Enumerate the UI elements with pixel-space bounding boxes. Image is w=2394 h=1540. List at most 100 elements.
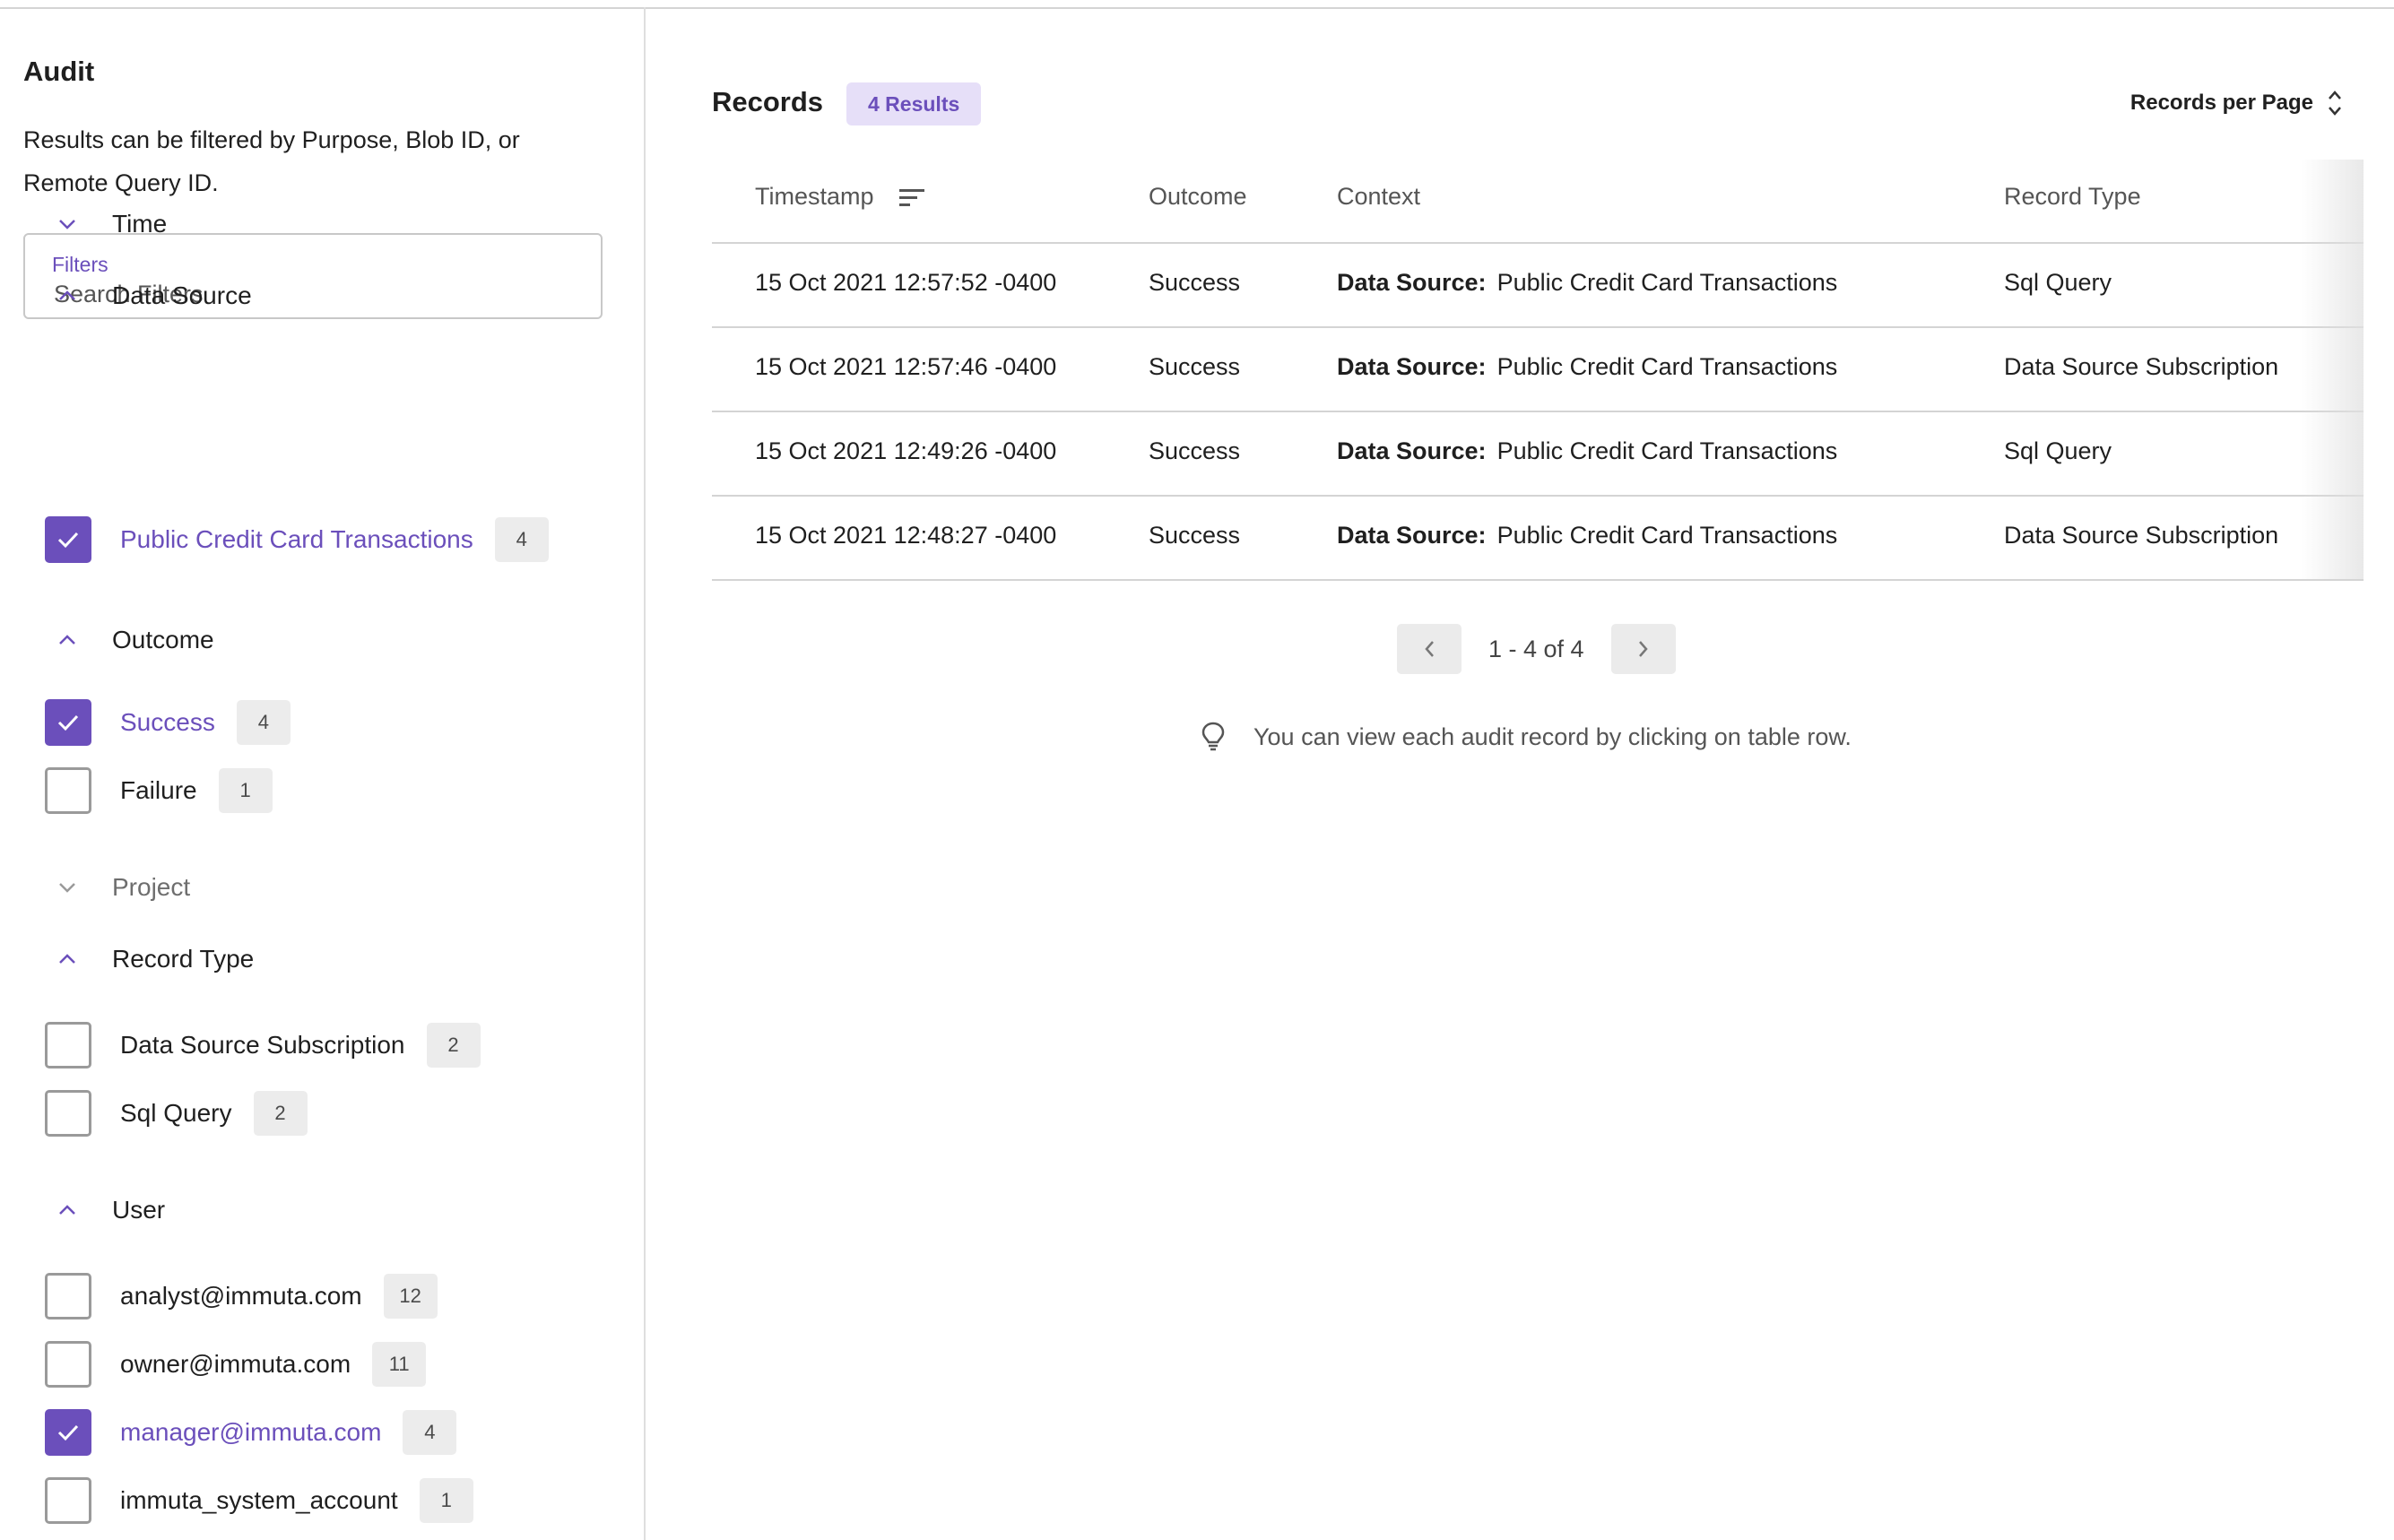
filter-item-label: analyst@immuta.com: [120, 1282, 362, 1310]
count-badge: 1: [218, 768, 273, 813]
filter-item-label: Failure: [120, 776, 197, 804]
section-data-source-label: Data Source: [112, 281, 252, 309]
filter-item-public-credit-card-transactions[interactable]: Public Credit Card Transactions 4: [45, 515, 549, 565]
column-header-label: Context: [1337, 183, 1421, 210]
checkmark-icon: [57, 1424, 79, 1441]
chevron-up-icon: [52, 1195, 82, 1225]
filter-item-success[interactable]: Success 4: [45, 697, 291, 748]
count-badge: 2: [426, 1023, 481, 1068]
column-header-label: Record Type: [2004, 183, 2141, 210]
checkbox[interactable]: [45, 1090, 91, 1137]
filter-item-sql-query[interactable]: Sql Query 2: [45, 1088, 308, 1138]
checkmark-icon: [57, 532, 79, 549]
pagination: 1 - 4 of 4: [1397, 624, 1676, 674]
sidebar-title: Audit: [23, 56, 95, 87]
cell-timestamp: 15 Oct 2021 12:57:46 -0400: [755, 353, 1057, 380]
section-outcome-toggle[interactable]: Outcome: [52, 622, 214, 658]
count-badge: 12: [383, 1274, 438, 1319]
table-row[interactable]: 15 Oct 2021 12:57:52 -0400 Success Data …: [712, 244, 2364, 328]
sidebar-description: Results can be filtered by Purpose, Blob…: [23, 126, 520, 196]
section-time-label: Time: [112, 210, 168, 238]
lightbulb-icon: [1201, 722, 1225, 751]
count-badge: 1: [419, 1478, 473, 1523]
previous-page-button[interactable]: [1397, 624, 1462, 674]
context-value: Public Credit Card Transactions: [1496, 522, 1838, 549]
filter-item-analyst[interactable]: analyst@immuta.com 12: [45, 1271, 438, 1321]
sort-icon: [898, 188, 924, 206]
table-row[interactable]: 15 Oct 2021 12:48:27 -0400 Success Data …: [712, 497, 2364, 581]
cell-timestamp: 15 Oct 2021 12:57:52 -0400: [755, 269, 1057, 296]
checkbox[interactable]: [45, 1273, 91, 1319]
section-user-label: User: [112, 1196, 166, 1224]
cell-timestamp: 15 Oct 2021 12:49:26 -0400: [755, 437, 1057, 464]
count-badge: 4: [236, 700, 291, 745]
column-record-type-header: Record Type: [2004, 183, 2141, 211]
filter-item-failure[interactable]: Failure 1: [45, 766, 273, 816]
filter-item-label: Public Credit Card Transactions: [120, 525, 473, 553]
column-header-label: Outcome: [1149, 183, 1247, 210]
cell-outcome: Success: [1149, 437, 1241, 464]
context-value: Public Credit Card Transactions: [1496, 269, 1838, 296]
chevron-down-icon: [52, 872, 82, 903]
checkbox[interactable]: [45, 1022, 91, 1068]
next-page-button[interactable]: [1610, 624, 1676, 674]
hint-text: You can view each audit record by clicki…: [1253, 722, 1852, 750]
column-timestamp-header[interactable]: Timestamp: [755, 183, 926, 211]
checkbox[interactable]: [45, 1341, 91, 1388]
filter-item-label: Data Source Subscription: [120, 1031, 405, 1059]
filter-item-data-source-subscription[interactable]: Data Source Subscription 2: [45, 1020, 481, 1070]
column-context-header: Context: [1337, 183, 1420, 211]
chevron-right-icon: [1638, 641, 1648, 657]
filter-item-label: manager@immuta.com: [120, 1418, 382, 1446]
table-header: Timestamp Outcome Context Record Type: [712, 160, 2364, 244]
context-key: Data Source:: [1337, 437, 1487, 464]
filter-item-manager[interactable]: manager@immuta.com 4: [45, 1407, 457, 1458]
cell-record-type: Data Source Subscription: [2004, 522, 2279, 549]
cell-outcome: Success: [1149, 522, 1241, 549]
filter-item-immuta-system-account[interactable]: immuta_system_account 1: [45, 1475, 473, 1526]
pagination-range: 1 - 4 of 4: [1488, 635, 1584, 662]
table-row[interactable]: 15 Oct 2021 12:49:26 -0400 Success Data …: [712, 412, 2364, 497]
column-outcome-header: Outcome: [1149, 183, 1247, 211]
checkbox[interactable]: [45, 1409, 91, 1456]
checkbox[interactable]: [45, 767, 91, 814]
chevron-up-icon: [52, 625, 82, 655]
context-key: Data Source:: [1337, 522, 1487, 549]
column-header-label: Timestamp: [755, 183, 874, 210]
table-row[interactable]: 15 Oct 2021 12:57:46 -0400 Success Data …: [712, 328, 2364, 412]
count-badge: 4: [494, 517, 549, 562]
filter-item-label: Success: [120, 708, 215, 736]
table-hint: You can view each audit record by clicki…: [1200, 721, 1852, 753]
context-value: Public Credit Card Transactions: [1496, 353, 1838, 380]
section-outcome-label: Outcome: [112, 626, 214, 653]
section-project-toggle[interactable]: Project: [52, 869, 190, 905]
cell-record-type: Sql Query: [2004, 437, 2112, 464]
section-time-toggle[interactable]: Time: [52, 206, 167, 242]
checkbox[interactable]: [45, 1477, 91, 1524]
section-record-type-toggle[interactable]: Record Type: [52, 941, 254, 977]
page-title: Records: [712, 86, 824, 117]
context-value: Public Credit Card Transactions: [1496, 437, 1838, 464]
chevron-down-icon: [52, 209, 82, 239]
filter-sidebar: Audit Results can be filtered by Purpose…: [0, 7, 646, 1540]
section-data-source-toggle[interactable]: Data Source: [52, 278, 252, 314]
count-badge: 11: [372, 1342, 427, 1387]
cell-outcome: Success: [1149, 269, 1241, 296]
checkmark-icon: [57, 714, 79, 731]
cell-outcome: Success: [1149, 353, 1241, 380]
cell-context: Data Source: Public Credit Card Transacti…: [1337, 522, 1837, 549]
records-per-page-select[interactable]: Records per Page: [2130, 86, 2344, 120]
section-user-toggle[interactable]: User: [52, 1192, 165, 1228]
filter-item-owner[interactable]: owner@immuta.com 11: [45, 1339, 427, 1389]
results-count-badge: 4 Results: [846, 82, 982, 125]
context-key: Data Source:: [1337, 353, 1487, 380]
checkbox[interactable]: [45, 699, 91, 746]
checkbox[interactable]: [45, 516, 91, 563]
chevron-left-icon: [1425, 641, 1434, 657]
section-project-label: Project: [112, 873, 191, 901]
cell-context: Data Source: Public Credit Card Transacti…: [1337, 269, 1837, 297]
cell-record-type: Data Source Subscription: [2004, 353, 2279, 380]
cell-context: Data Source: Public Credit Card Transacti…: [1337, 353, 1837, 381]
filter-item-label: immuta_system_account: [120, 1486, 398, 1514]
cell-context: Data Source: Public Credit Card Transacti…: [1337, 437, 1837, 465]
